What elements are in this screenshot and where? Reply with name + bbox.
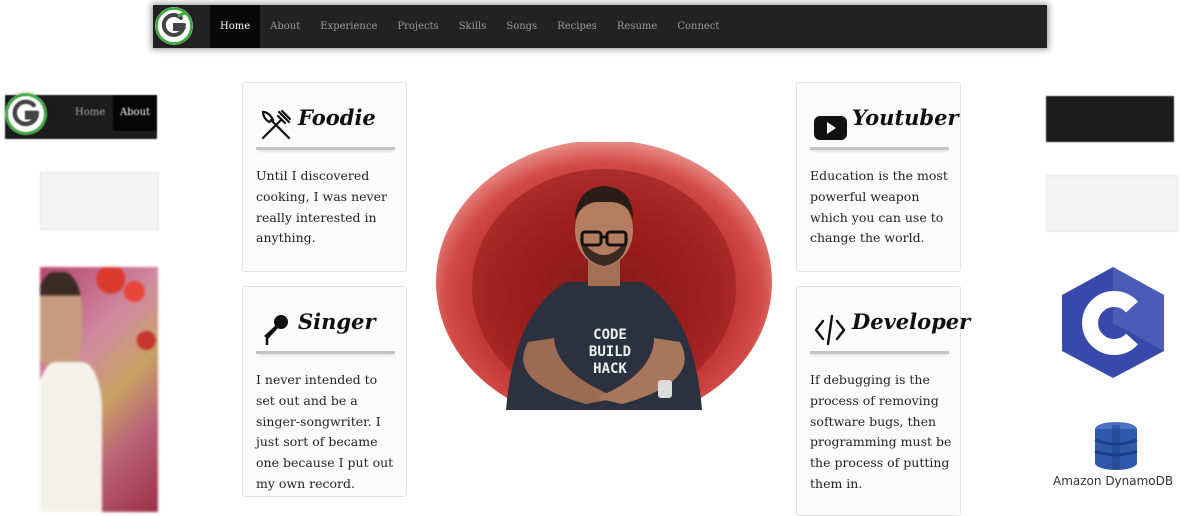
left-preview-photo (40, 267, 158, 512)
site-logo-icon[interactable] (155, 7, 193, 45)
dynamodb-label: Amazon DynamoDB (1053, 474, 1174, 488)
left-preview-home: Home (75, 107, 106, 118)
youtuber-title: Youtuber (852, 105, 959, 130)
foodie-card-header: Foodie (256, 103, 395, 150)
foodie-text: Until I discovered cooking, I was never … (256, 168, 387, 246)
nav-projects[interactable]: Projects (387, 5, 448, 48)
profile-photo: CODE BUILD HACK (436, 142, 772, 410)
shirt-text-hack: HACK (593, 361, 627, 377)
code-icon (814, 314, 846, 346)
shirt-text-code: CODE (593, 327, 627, 343)
right-preview-panel (1046, 175, 1178, 232)
left-photo-person-shirt (40, 362, 102, 512)
left-preview-about: About (113, 95, 157, 131)
developer-card-header: Developer (810, 307, 970, 354)
nav-recipes[interactable]: Recipes (547, 5, 607, 48)
c-language-logo-icon (1058, 265, 1168, 384)
left-preview-navbar: Home About (5, 93, 157, 139)
singer-text: I never intended to set out and be a sin… (256, 372, 394, 491)
youtube-icon (814, 116, 847, 140)
nav-links: Home About Experience Projects Skills So… (210, 5, 729, 48)
singer-title: Singer (298, 309, 376, 334)
top-navbar: Home About Experience Projects Skills So… (153, 5, 1047, 48)
singer-card-header: Singer (256, 307, 395, 354)
left-photo-person-head (40, 272, 82, 367)
nav-skills[interactable]: Skills (449, 5, 497, 48)
microphone-icon (264, 315, 288, 345)
singer-card: Singer I never intended to set out and b… (242, 286, 407, 497)
developer-title: Developer (852, 309, 971, 334)
developer-text: If debugging is the process of removing … (810, 372, 952, 491)
dynamodb-icon (1093, 421, 1139, 475)
shirt-text-build: BUILD (589, 344, 631, 360)
left-preview-logo-icon (5, 93, 47, 135)
nav-experience[interactable]: Experience (310, 5, 387, 48)
nav-resume[interactable]: Resume (607, 5, 667, 48)
youtuber-text: Education is the most powerful weapon wh… (810, 168, 948, 246)
nav-connect[interactable]: Connect (667, 5, 729, 48)
nav-home[interactable]: Home (210, 5, 261, 48)
left-preview-panel (40, 172, 159, 230)
youtuber-card: Youtuber Education is the most powerful … (796, 82, 961, 272)
foodie-title: Foodie (298, 105, 376, 130)
nav-about[interactable]: About (260, 5, 310, 48)
foodie-card: Foodie Until I discovered cooking, I was… (242, 82, 407, 272)
right-preview-navbar (1046, 96, 1174, 142)
nav-songs[interactable]: Songs (496, 5, 547, 48)
developer-card: Developer If debugging is the process of… (796, 286, 970, 516)
fork-knife-icon (261, 109, 292, 140)
youtuber-card-header: Youtuber (810, 103, 959, 150)
